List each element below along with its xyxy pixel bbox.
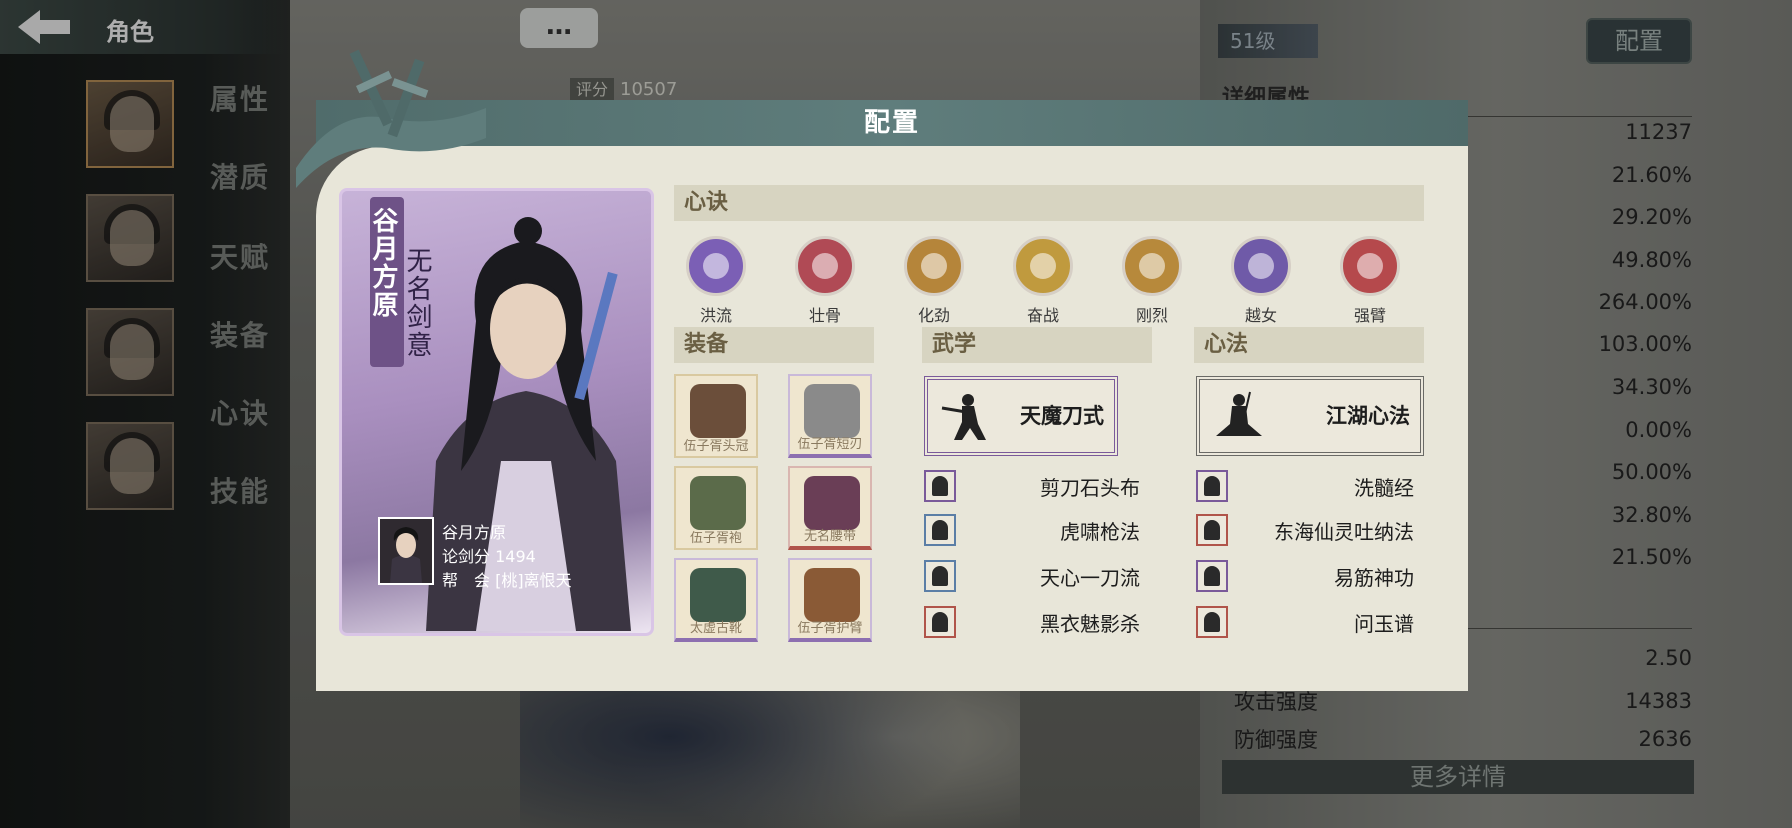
avatar xyxy=(378,517,434,585)
xinjue-item[interactable]: 化劲 xyxy=(894,236,974,326)
wuxue-skill-icon[interactable] xyxy=(924,560,956,592)
xinjue-icon xyxy=(686,236,746,296)
wuxue-main-name: 天魔刀式 xyxy=(1020,404,1104,428)
equipment-slot-belt[interactable]: 无名腰带 xyxy=(788,466,872,550)
helmet-icon xyxy=(690,384,746,438)
xinjue-label: 强臂 xyxy=(1353,306,1386,325)
xinfa-skill-icon[interactable] xyxy=(1196,470,1228,502)
xinjue-label: 奋战 xyxy=(1026,306,1059,325)
wuxue-skill-icon[interactable] xyxy=(924,514,956,546)
equipment-slot-helmet[interactable]: 伍子胥头冠 xyxy=(674,374,758,458)
equipment-slot-robe[interactable]: 伍子胥袍 xyxy=(674,466,758,550)
xinfa-skill-name[interactable]: 洗髓经 xyxy=(1254,472,1414,501)
xinjue-icon xyxy=(1231,236,1291,296)
xinjue-item[interactable]: 奋战 xyxy=(1003,236,1083,326)
config-dialog: 配置 谷月方原 无名剑意 谷月方原 论剑分 1494 帮 会 [桃]离恨天 心诀… xyxy=(296,49,1468,691)
bracer-icon xyxy=(804,568,860,622)
wuxue-skill-name[interactable]: 虎啸枪法 xyxy=(980,516,1140,545)
robe-icon xyxy=(690,476,746,530)
equipment-section-header: 装备 xyxy=(674,327,874,363)
duel-score-label: 论剑分 xyxy=(442,547,491,566)
sword-fighter-icon xyxy=(941,394,986,440)
duel-score-value: 1494 xyxy=(495,547,536,566)
info-name: 谷月方原 xyxy=(442,523,507,542)
xinjue-icon xyxy=(1122,236,1182,296)
xinjue-label: 洪流 xyxy=(699,306,732,325)
equipment-slot-bracer[interactable]: 伍子胥护臂 xyxy=(788,558,872,642)
xinjue-item[interactable]: 刚烈 xyxy=(1112,236,1192,326)
xinjue-item[interactable]: 强臂 xyxy=(1330,236,1410,326)
xinfa-skill-name[interactable]: 问玉谱 xyxy=(1254,608,1414,637)
equipment-name: 伍子胥袍 xyxy=(689,531,742,546)
xinjue-icon xyxy=(1013,236,1073,296)
xinfa-main-skill[interactable]: 江湖心法 xyxy=(1196,376,1424,456)
wuxue-skill-name[interactable]: 黑衣魅影杀 xyxy=(980,608,1140,637)
equipment-name: 太虚古靴 xyxy=(689,621,742,636)
xinfa-skill-name[interactable]: 东海仙灵吐纳法 xyxy=(1254,516,1414,545)
wuxue-skill-name[interactable]: 剪刀石头布 xyxy=(980,472,1140,501)
duel-score-row: 论剑分 1494 xyxy=(442,543,536,567)
xinjue-label: 越女 xyxy=(1244,306,1277,325)
xinjue-label: 壮骨 xyxy=(808,306,841,325)
xinjue-item[interactable]: 越女 xyxy=(1221,236,1301,326)
xinfa-main-name: 江湖心法 xyxy=(1326,404,1410,428)
meditating-figure-icon xyxy=(1216,391,1262,436)
xinfa-section-header: 心法 xyxy=(1194,327,1424,363)
equipment-name: 伍子胥短刃 xyxy=(797,437,863,452)
xinfa-skill-name[interactable]: 易筋神功 xyxy=(1254,562,1414,591)
wuxue-skill-name[interactable]: 天心一刀流 xyxy=(980,562,1140,591)
equipment-slot-weapon[interactable]: 伍子胥短刃 xyxy=(788,374,872,458)
xinjue-label: 化劲 xyxy=(917,306,950,325)
character-info: 谷月方原 论剑分 1494 帮 会 [桃]离恨天 xyxy=(378,517,638,590)
xinjue-item[interactable]: 壮骨 xyxy=(785,236,865,326)
xinjue-icon xyxy=(795,236,855,296)
equipment-name: 伍子胥护臂 xyxy=(797,621,863,636)
xinfa-skill-icon[interactable] xyxy=(1196,560,1228,592)
guild-name: [桃]离恨天 xyxy=(495,571,572,590)
guild-row: 帮 会 [桃]离恨天 xyxy=(442,567,572,591)
wuxue-section-header: 武学 xyxy=(922,327,1152,363)
boots-icon xyxy=(690,568,746,622)
wuxue-skill-icon[interactable] xyxy=(924,470,956,502)
character-name: 谷月方原 xyxy=(368,207,398,319)
xinjue-item[interactable]: 洪流 xyxy=(676,236,756,326)
xinjue-icon xyxy=(904,236,964,296)
wuxue-skill-icon[interactable] xyxy=(924,606,956,638)
xinfa-skill-icon[interactable] xyxy=(1196,514,1228,546)
guild-label: 帮 会 xyxy=(442,571,491,590)
belt-icon xyxy=(804,476,860,530)
xinfa-skill-icon[interactable] xyxy=(1196,606,1228,638)
equipment-slot-boots[interactable]: 太虚古靴 xyxy=(674,558,758,642)
character-title: 无名剑意 xyxy=(402,247,432,359)
equipment-name: 伍子胥头冠 xyxy=(683,439,749,454)
wuxue-main-skill[interactable]: 天魔刀式 xyxy=(924,376,1118,456)
blade-icon xyxy=(804,384,860,438)
character-card: 谷月方原 无名剑意 谷月方原 论剑分 1494 帮 会 [桃]离恨天 xyxy=(339,188,654,636)
swords-ornament-icon xyxy=(296,49,486,188)
xinjue-icon xyxy=(1340,236,1400,296)
equipment-name: 无名腰带 xyxy=(803,529,856,544)
xinjue-label: 刚烈 xyxy=(1135,306,1168,325)
xinjue-section-header: 心诀 xyxy=(674,185,1424,221)
